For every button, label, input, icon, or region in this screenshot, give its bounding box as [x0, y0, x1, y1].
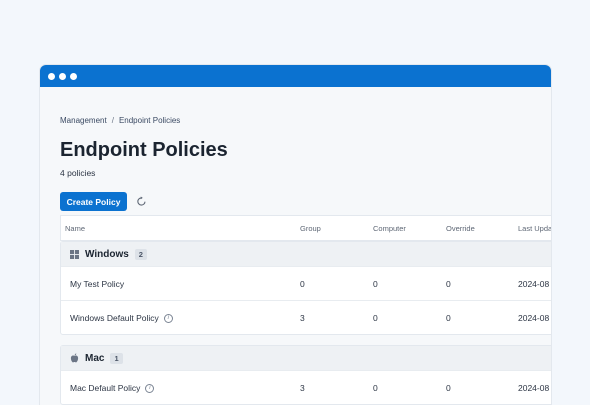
cell-group: 0 [300, 279, 305, 289]
window-dot [59, 72, 66, 80]
group-mac: Mac 1 Mac Default Policy i 3 0 0 2024-08 [60, 345, 551, 405]
window-dot [48, 72, 55, 80]
breadcrumb-separator: / [111, 116, 114, 125]
cell-computer: 0 [373, 313, 378, 323]
table-row[interactable]: My Test Policy 0 0 0 2024-08 [61, 266, 551, 300]
policies-table: Name Group Computer Override Last Upda W… [60, 215, 551, 405]
cell-computer: 0 [373, 383, 378, 393]
cell-last-updated: 2024-08 [518, 313, 550, 323]
app-window: Management / Endpoint Policies Endpoint … [40, 65, 551, 405]
info-icon[interactable]: i [163, 313, 173, 323]
column-override[interactable]: Override [446, 224, 475, 233]
windows-icon [69, 249, 79, 259]
page-title: Endpoint Policies [60, 139, 228, 161]
group-label: Windows [85, 248, 129, 260]
refresh-icon[interactable] [135, 195, 148, 208]
breadcrumb-management[interactable]: Management [60, 116, 107, 125]
table-header: Name Group Computer Override Last Upda [60, 215, 551, 241]
policy-count: 4 policies [60, 168, 96, 178]
group-label: Mac [85, 352, 105, 364]
column-group[interactable]: Group [300, 224, 321, 233]
cell-group: 3 [300, 313, 305, 323]
cell-last-updated: 2024-08 [518, 383, 550, 393]
info-icon[interactable]: i [145, 383, 155, 393]
table-row[interactable]: Windows Default Policy i 3 0 0 2024-08 [61, 300, 551, 334]
column-last-updated[interactable]: Last Upda [518, 224, 551, 233]
window-dot [70, 72, 77, 80]
group-count-badge: 2 [134, 248, 147, 260]
main-content: Management / Endpoint Policies Endpoint … [60, 87, 551, 405]
group-header-windows[interactable]: Windows 2 [61, 242, 551, 266]
column-name[interactable]: Name [65, 224, 85, 233]
apple-icon [69, 353, 79, 363]
cell-last-updated: 2024-08 [518, 279, 550, 289]
cell-computer: 0 [373, 279, 378, 289]
breadcrumb-current: Endpoint Policies [118, 116, 181, 125]
cell-override: 0 [446, 383, 451, 393]
group-windows: Windows 2 My Test Policy 0 0 0 2024-08 W… [60, 241, 551, 335]
table-row[interactable]: Mac Default Policy i 3 0 0 2024-08 [61, 370, 551, 404]
policy-name[interactable]: Windows Default Policy i [70, 313, 173, 323]
policy-name[interactable]: Mac Default Policy i [70, 383, 155, 393]
window-titlebar [40, 65, 551, 87]
group-count-badge: 1 [110, 352, 123, 364]
cell-group: 3 [300, 383, 305, 393]
column-computer[interactable]: Computer [373, 224, 406, 233]
create-policy-button[interactable]: Create Policy [60, 192, 127, 211]
group-header-mac[interactable]: Mac 1 [61, 346, 551, 370]
cell-override: 0 [446, 313, 451, 323]
cell-override: 0 [446, 279, 451, 289]
policy-name[interactable]: My Test Policy [70, 279, 124, 289]
breadcrumb: Management / Endpoint Policies [60, 116, 180, 125]
